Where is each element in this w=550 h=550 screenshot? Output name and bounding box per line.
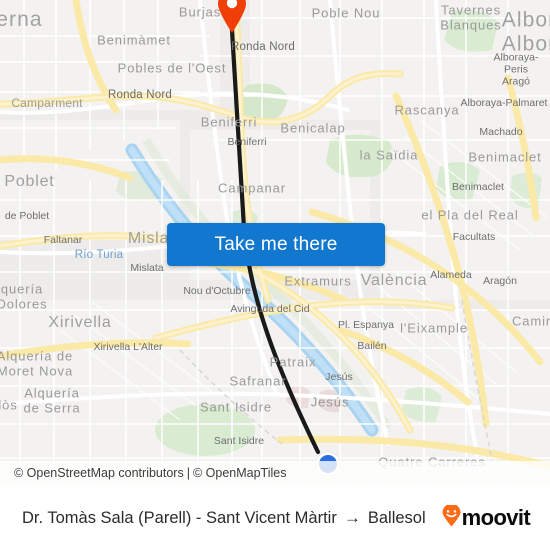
route-origin-label: Dr. Tomàs Sala (Parell) - Sant Vicent Mà… [22, 508, 337, 527]
route-footer: Dr. Tomàs Sala (Parell) - Sant Vicent Mà… [0, 486, 550, 550]
arrow-right-icon: → [343, 508, 361, 527]
route-summary: Dr. Tomàs Sala (Parell) - Sant Vicent Mà… [22, 508, 426, 528]
take-me-there-button[interactable]: Take me there [167, 223, 385, 266]
attribution-separator: | [186, 466, 190, 480]
moovit-route-screen: ternaBenimàmetBurjasPoble NouTavernes Bl… [0, 0, 550, 550]
moovit-pin-smiley-icon [442, 503, 461, 532]
map-attribution: © OpenStreetMap contributors | © OpenMapTi… [0, 461, 550, 486]
map-canvas[interactable]: ternaBenimàmetBurjasPoble NouTavernes Bl… [0, 0, 550, 486]
moovit-wordmark: moovit [461, 505, 531, 530]
attribution-tiles[interactable]: © OpenMapTiles [193, 466, 287, 480]
moovit-logo[interactable]: moovit [442, 503, 531, 532]
route-destination-label: Ballesol [367, 508, 426, 527]
attribution-osm[interactable]: © OpenStreetMap contributors [14, 466, 184, 480]
